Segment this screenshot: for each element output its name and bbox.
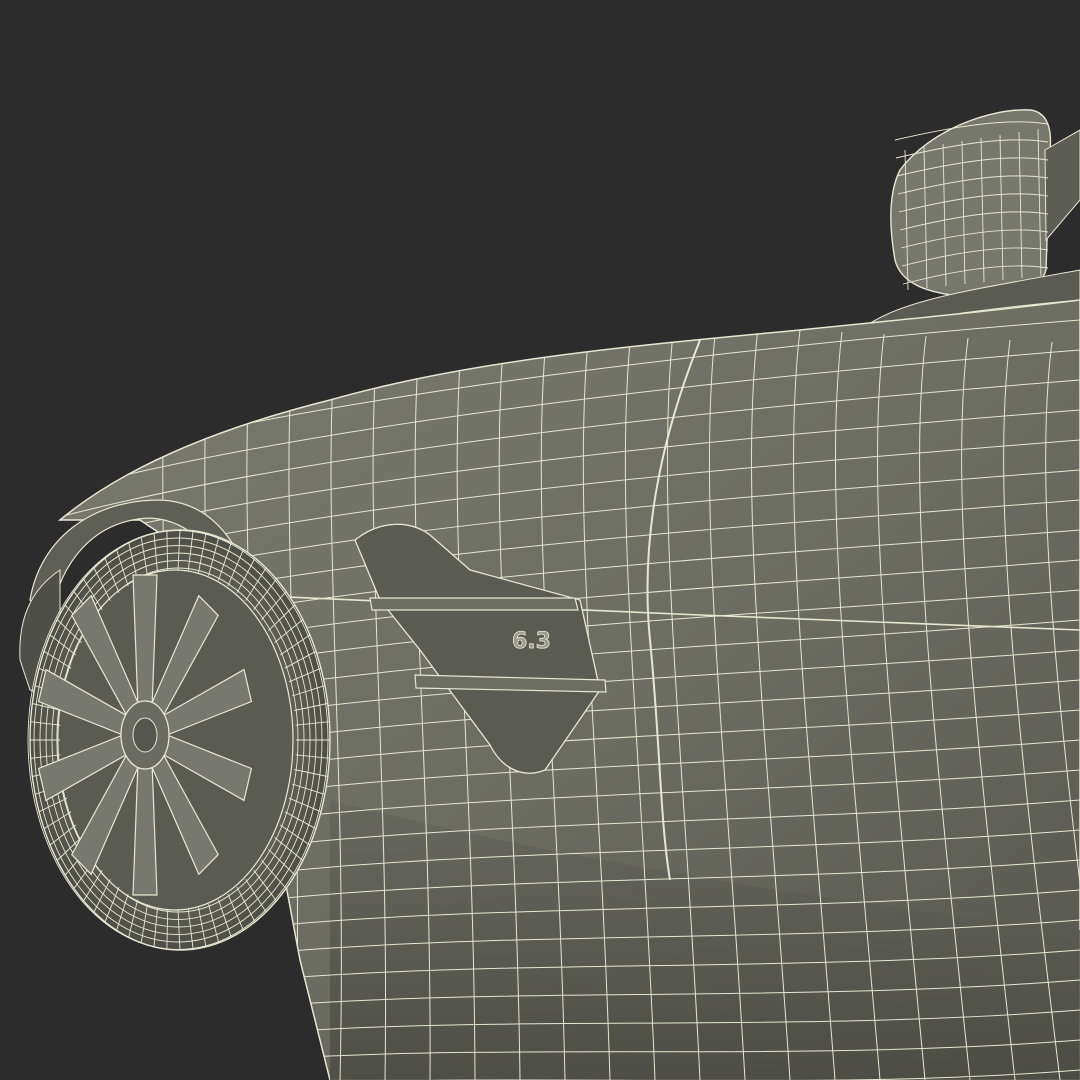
model-badge: 6.3 [512,629,551,654]
render-viewport: 6.3 [0,0,1080,1080]
side-mirror [859,109,1080,331]
front-wheel [27,529,331,951]
car-wireframe-render: 6.3 [19,109,1080,1080]
vent-fin-upper [369,597,579,611]
